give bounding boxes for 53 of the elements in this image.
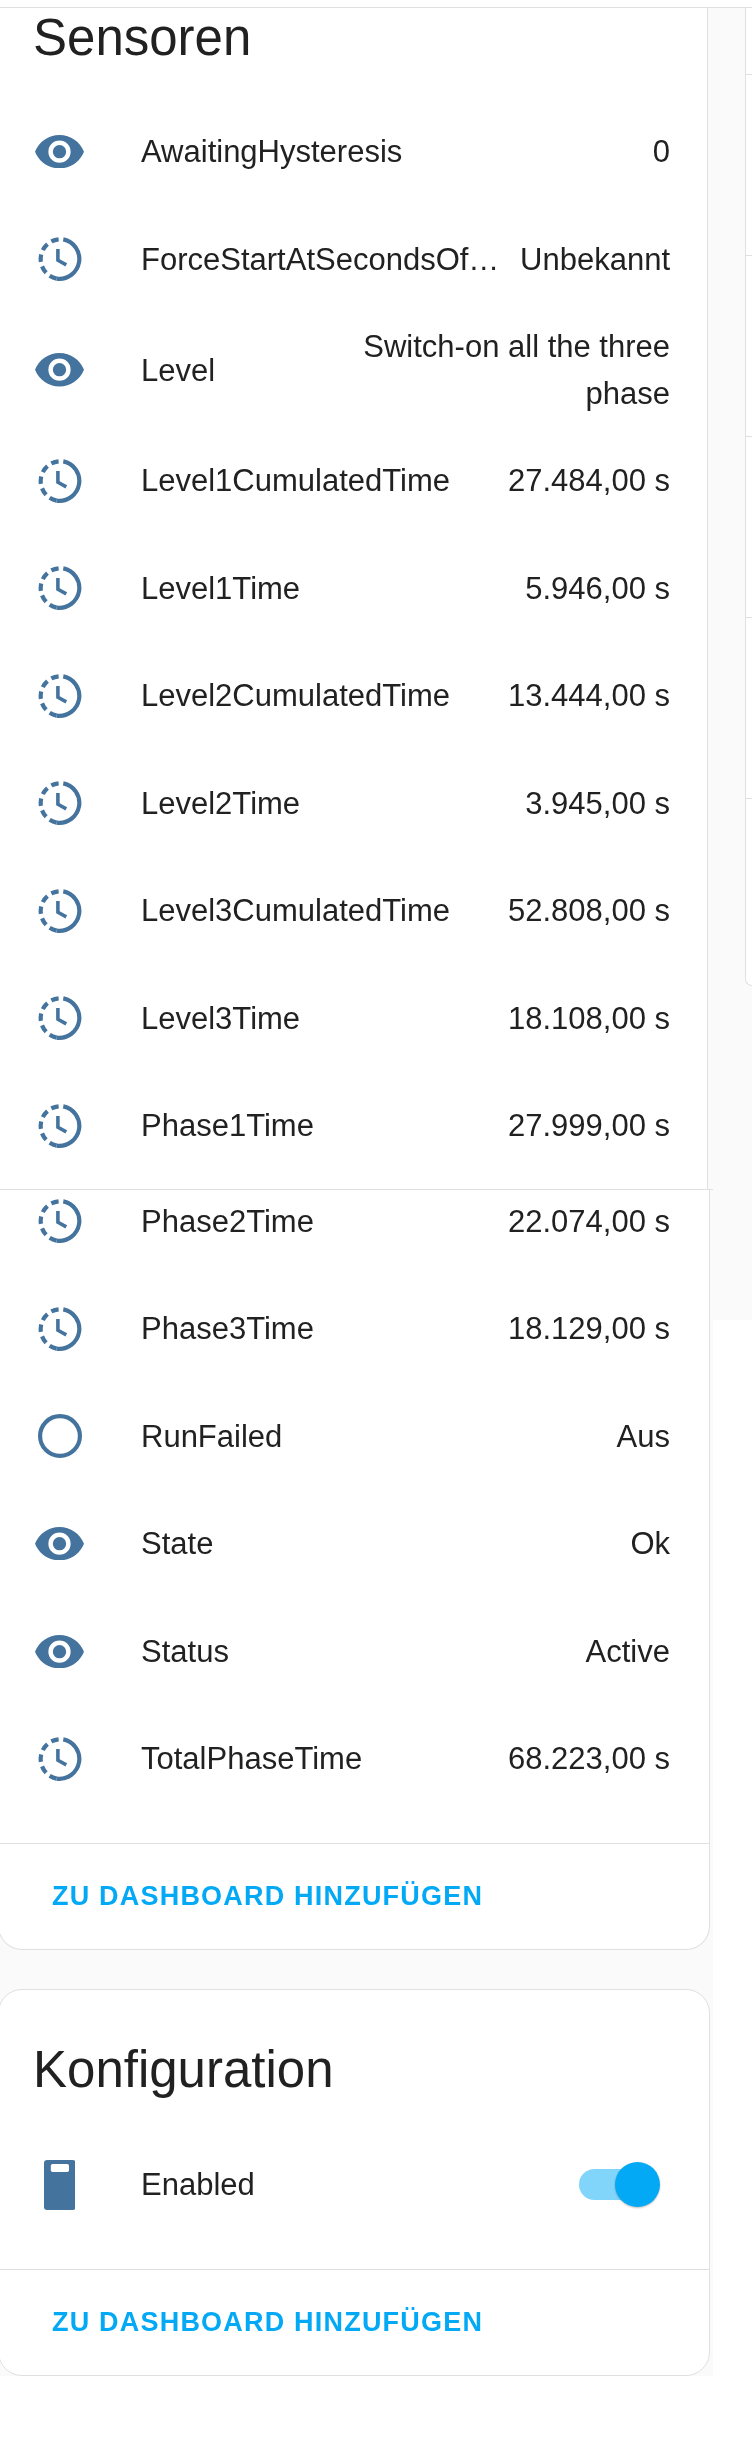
dashed-clock-icon — [37, 237, 82, 282]
entity-name[interactable]: Level2CumulatedTime — [141, 672, 492, 720]
entity-state: Aus — [616, 1417, 670, 1456]
entity-name[interactable]: Phase2Time — [141, 1197, 492, 1245]
dashed-clock-icon — [37, 1199, 82, 1244]
toggle-switch[interactable] — [579, 2162, 660, 2208]
dashed-clock-icon — [37, 1306, 82, 1351]
switch-icon — [43, 2159, 76, 2210]
entity-name[interactable]: Phase3Time — [141, 1305, 492, 1353]
entity-state: Ok — [630, 1525, 670, 1564]
entity-name[interactable]: AwaitingHysteresis — [141, 128, 637, 176]
entity-name[interactable]: Level3CumulatedTime — [141, 887, 492, 935]
eye-icon — [35, 1527, 84, 1561]
entity-name[interactable]: State — [141, 1520, 615, 1568]
eye-icon — [35, 1634, 84, 1668]
dashed-clock-icon — [37, 1103, 82, 1148]
entity-state: 22.074,00 s — [507, 1202, 670, 1241]
entity-state: Active — [585, 1632, 670, 1671]
dashed-clock-icon — [37, 566, 82, 611]
entity-state: 3.945,00 s — [525, 784, 670, 823]
entity-name[interactable]: Status — [141, 1627, 570, 1675]
dashed-clock-icon — [37, 781, 82, 826]
eye-icon — [35, 135, 84, 169]
entity-state: 52.808,00 s — [507, 892, 670, 931]
entity-state: Unbekannt — [520, 240, 670, 279]
eye-icon — [35, 353, 84, 387]
entity-state: Switch-on all the three phase — [362, 328, 670, 413]
entity-name[interactable]: Level1Time — [141, 564, 510, 612]
circle-outline-icon — [37, 1414, 82, 1459]
dashed-clock-icon — [37, 888, 82, 933]
entity-state: 13.444,00 s — [507, 677, 670, 716]
entity-state: 18.129,00 s — [507, 1310, 670, 1349]
card-title: Konfiguration — [33, 2039, 335, 2100]
dashed-clock-icon — [37, 1736, 82, 1781]
entity-name[interactable]: RunFailed — [141, 1412, 601, 1460]
entity-name[interactable]: Level2Time — [141, 779, 510, 827]
entity-name[interactable]: Level — [141, 346, 324, 394]
entity-state: 27.999,00 s — [507, 1107, 670, 1146]
entity-name[interactable]: ForceStartAtSecondsOf… — [141, 235, 505, 283]
dashed-clock-icon — [37, 673, 82, 718]
entity-name[interactable]: Enabled — [141, 2161, 579, 2209]
entity-name[interactable]: Level3Time — [141, 994, 492, 1042]
entity-name[interactable]: Phase1Time — [141, 1102, 492, 1150]
entity-name[interactable]: Level1CumulatedTime — [141, 457, 492, 505]
entity-state: 68.223,00 s — [507, 1740, 670, 1779]
dashed-clock-icon — [37, 996, 82, 1041]
card-title: Sensoren — [33, 8, 253, 68]
entity-state: 18.108,00 s — [507, 999, 670, 1038]
entity-state: 5.946,00 s — [525, 569, 670, 608]
dashed-clock-icon — [37, 458, 82, 503]
entity-state: 27.484,00 s — [507, 462, 670, 501]
entity-name[interactable]: TotalPhaseTime — [141, 1735, 492, 1783]
entity-state: 0 — [652, 133, 670, 172]
